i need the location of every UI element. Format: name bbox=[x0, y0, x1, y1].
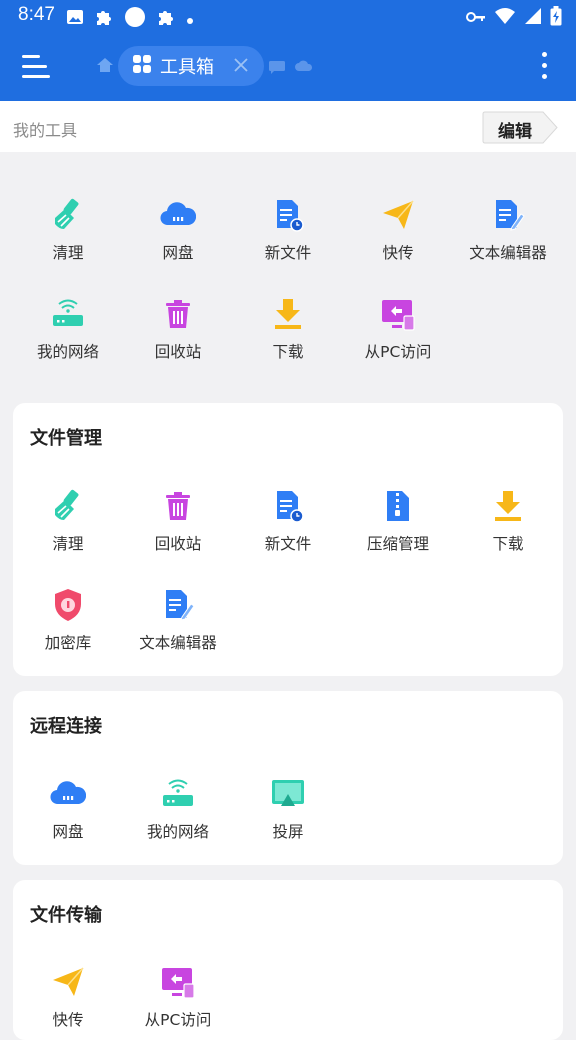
tool-label: 压缩管理 bbox=[366, 535, 429, 553]
paper-plane-icon bbox=[50, 964, 86, 1000]
tool-label: 文本编辑器 bbox=[469, 244, 547, 262]
recycle-bin-icon bbox=[160, 296, 196, 332]
section-title: 文件传输 bbox=[30, 905, 102, 926]
tool-text-editor[interactable]: 文本编辑器 bbox=[123, 587, 233, 653]
tool-label: 文本编辑器 bbox=[139, 634, 217, 652]
menu-button[interactable] bbox=[22, 54, 50, 80]
tool-pc-access[interactable]: 从PC访问 bbox=[343, 296, 453, 362]
tool-label: 从PC访问 bbox=[144, 1011, 212, 1029]
puzzle-notification-icon bbox=[94, 7, 114, 31]
tool-quick-send[interactable]: 快传 bbox=[13, 964, 123, 1030]
tool-label: 下载 bbox=[272, 343, 304, 361]
cloud-drive-icon bbox=[50, 776, 86, 812]
tool-pc-access[interactable]: 从PC访问 bbox=[123, 964, 233, 1030]
vpn-key-icon bbox=[466, 9, 486, 28]
section-file-management: 文件管理 清理 回收站 新文件 压缩管理 下载 加密库 文本编辑器 bbox=[13, 403, 563, 676]
tool-cloud-drive[interactable]: 网盘 bbox=[13, 776, 123, 842]
tool-text-editor[interactable]: 文本编辑器 bbox=[453, 197, 563, 263]
grid-icon bbox=[132, 54, 152, 78]
tool-label: 回收站 bbox=[154, 343, 202, 361]
edit-button[interactable]: 编辑 bbox=[482, 111, 558, 144]
download-icon bbox=[490, 488, 526, 524]
tool-quick-send[interactable]: 快传 bbox=[343, 197, 453, 263]
tool-label: 下载 bbox=[492, 535, 524, 553]
puzzle-notification-icon bbox=[156, 7, 176, 31]
tool-zip-manager[interactable]: 压缩管理 bbox=[343, 488, 453, 554]
section-file-transfer: 文件传输 快传 从PC访问 bbox=[13, 880, 563, 1040]
my-tools-header: 我的工具 编辑 bbox=[0, 101, 576, 152]
tool-cast-screen[interactable]: 投屏 bbox=[233, 776, 343, 842]
cloud-tab-icon[interactable] bbox=[295, 58, 313, 77]
tool-cloud-drive[interactable]: 网盘 bbox=[123, 197, 233, 263]
broom-icon bbox=[50, 197, 86, 233]
tool-recycle-bin[interactable]: 回收站 bbox=[123, 488, 233, 554]
signal-icon bbox=[524, 7, 542, 29]
tool-label: 清理 bbox=[52, 244, 84, 262]
tab-label: 工具箱 bbox=[160, 57, 214, 78]
circle-notification-icon bbox=[124, 6, 146, 32]
tab-toolbox[interactable]: 工具箱 bbox=[118, 46, 264, 86]
tool-label: 投屏 bbox=[272, 823, 304, 841]
my-tools-title: 我的工具 bbox=[13, 121, 78, 140]
tool-label: 快传 bbox=[382, 244, 414, 262]
tool-vault[interactable]: 加密库 bbox=[13, 587, 123, 653]
section-title: 远程连接 bbox=[30, 716, 102, 737]
message-tab-icon[interactable] bbox=[268, 59, 286, 78]
vault-shield-icon bbox=[50, 587, 86, 623]
close-icon[interactable] bbox=[232, 56, 250, 78]
wifi-icon bbox=[494, 7, 516, 29]
section-title: 文件管理 bbox=[30, 428, 102, 449]
tool-new-file[interactable]: 新文件 bbox=[233, 488, 343, 554]
paper-plane-icon bbox=[380, 197, 416, 233]
pc-access-icon bbox=[160, 964, 196, 1000]
tool-label: 新文件 bbox=[264, 244, 312, 262]
new-file-icon bbox=[270, 488, 306, 524]
section-remote-connection: 远程连接 网盘 我的网络 投屏 bbox=[13, 691, 563, 865]
tool-label: 网盘 bbox=[52, 823, 84, 841]
image-notification-icon bbox=[66, 8, 84, 30]
tool-my-network[interactable]: 我的网络 bbox=[123, 776, 233, 842]
tool-label: 回收站 bbox=[154, 535, 202, 553]
tool-label: 加密库 bbox=[44, 634, 92, 652]
tool-recycle-bin[interactable]: 回收站 bbox=[123, 296, 233, 362]
text-editor-icon bbox=[490, 197, 526, 233]
more-options-button[interactable] bbox=[538, 51, 550, 81]
tool-download[interactable]: 下载 bbox=[233, 296, 343, 362]
zip-icon bbox=[380, 488, 416, 524]
dot-icon bbox=[186, 10, 194, 29]
tool-label: 新文件 bbox=[264, 535, 312, 553]
tool-label: 清理 bbox=[52, 535, 84, 553]
text-editor-icon bbox=[160, 587, 196, 623]
cast-screen-icon bbox=[270, 776, 306, 812]
tool-clean[interactable]: 清理 bbox=[13, 197, 123, 263]
tool-new-file[interactable]: 新文件 bbox=[233, 197, 343, 263]
status-bar: 8:47 bbox=[0, 0, 576, 32]
home-icon[interactable] bbox=[96, 57, 114, 77]
tool-label: 我的网络 bbox=[146, 823, 209, 841]
cloud-drive-icon bbox=[160, 197, 196, 233]
tool-label: 网盘 bbox=[162, 244, 194, 262]
tool-download[interactable]: 下载 bbox=[453, 488, 563, 554]
tool-clean[interactable]: 清理 bbox=[13, 488, 123, 554]
new-file-icon bbox=[270, 197, 306, 233]
broom-icon bbox=[50, 488, 86, 524]
download-icon bbox=[270, 296, 306, 332]
tool-label: 从PC访问 bbox=[364, 343, 432, 361]
status-time: 8:47 bbox=[18, 4, 55, 25]
app-bar: 工具箱 bbox=[0, 32, 576, 101]
recycle-bin-icon bbox=[160, 488, 196, 524]
router-icon bbox=[160, 776, 196, 812]
battery-icon bbox=[550, 6, 562, 30]
tool-my-network[interactable]: 我的网络 bbox=[13, 296, 123, 362]
router-icon bbox=[50, 296, 86, 332]
pc-access-icon bbox=[380, 296, 416, 332]
tool-label: 我的网络 bbox=[36, 343, 99, 361]
tool-label: 快传 bbox=[52, 1011, 84, 1029]
